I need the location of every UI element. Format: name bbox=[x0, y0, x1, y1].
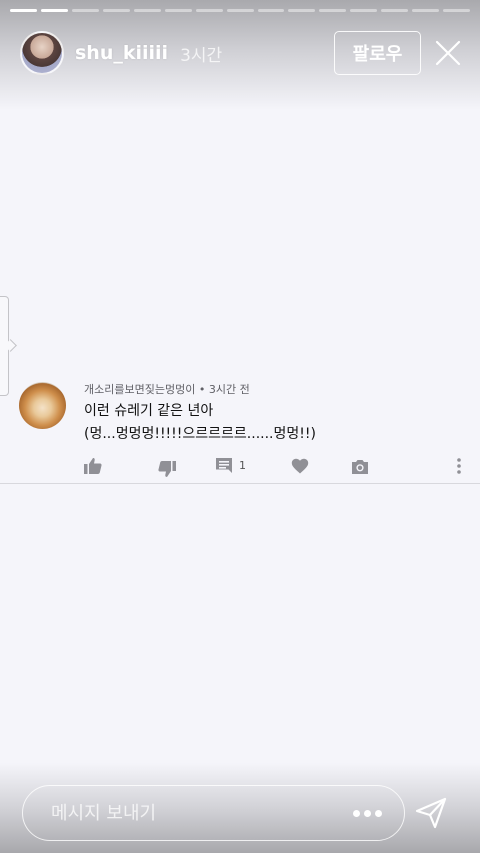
progress-segment bbox=[195, 9, 223, 12]
progress-segment bbox=[40, 9, 68, 12]
comment-text-line-2: (멍...멍멍멍!!!!!으르르르르......멍멍!!) bbox=[84, 426, 316, 442]
progress-segment bbox=[319, 9, 347, 12]
message-input[interactable] bbox=[51, 800, 331, 826]
story-time: 3시간 bbox=[180, 45, 223, 66]
thumbs-down-icon[interactable] bbox=[157, 459, 177, 479]
comment-text-line-1: 이런 슈레기 같은 년아 bbox=[84, 403, 214, 419]
story-username[interactable]: shu_kiiiii bbox=[75, 42, 168, 64]
progress-segment bbox=[350, 9, 378, 12]
meta-separator: • bbox=[198, 383, 206, 396]
comment-meta: 개소리를보면짖는멍멍이 • 3시간 전 bbox=[84, 381, 250, 397]
progress-segment bbox=[412, 9, 440, 12]
send-icon[interactable] bbox=[414, 796, 448, 830]
progress-segment bbox=[443, 9, 471, 12]
progress-segment bbox=[257, 9, 285, 12]
progress-segment bbox=[71, 9, 99, 12]
progress-segment bbox=[288, 9, 316, 12]
more-vertical-icon[interactable] bbox=[449, 456, 469, 476]
comment-card: 개소리를보면짖는멍멍이 • 3시간 전 이런 슈레기 같은 년아 (멍...멍멍… bbox=[0, 370, 480, 484]
progress-segment bbox=[381, 9, 409, 12]
story-progress-bar bbox=[10, 9, 471, 12]
follow-button[interactable]: 팔로우 bbox=[334, 31, 421, 75]
reply-count: 1 bbox=[239, 459, 246, 472]
heart-icon[interactable] bbox=[290, 456, 310, 476]
story-author-avatar[interactable] bbox=[20, 31, 64, 75]
progress-segment bbox=[133, 9, 161, 12]
progress-segment bbox=[226, 9, 254, 12]
close-icon[interactable] bbox=[434, 39, 462, 67]
message-composer bbox=[22, 785, 405, 841]
camera-icon[interactable] bbox=[350, 457, 370, 477]
comment-actions: 1 bbox=[0, 456, 480, 478]
more-horizontal-icon[interactable] bbox=[353, 808, 383, 818]
story-header: shu_kiiiii 3시간 팔로우 bbox=[20, 31, 464, 75]
thumbs-up-icon[interactable] bbox=[83, 456, 103, 476]
progress-segment bbox=[164, 9, 192, 12]
commenter-avatar[interactable] bbox=[19, 382, 66, 429]
progress-segment bbox=[10, 9, 37, 12]
comment-author[interactable]: 개소리를보면짖는멍멍이 bbox=[84, 383, 195, 396]
progress-segment bbox=[102, 9, 130, 12]
comment-time: 3시간 전 bbox=[208, 383, 250, 396]
comment-icon[interactable] bbox=[214, 456, 234, 476]
